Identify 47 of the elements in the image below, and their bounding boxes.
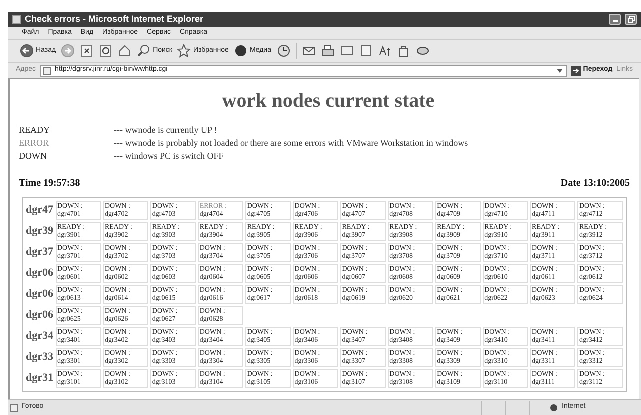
date-label: Date 13:10:2005 — [560, 177, 630, 191]
state-label: ERROR — [19, 138, 50, 149]
envelope-icon — [302, 44, 316, 58]
refresh-icon — [99, 44, 114, 58]
stop-button[interactable] — [80, 44, 94, 58]
dropdown-arrow-icon[interactable] — [556, 66, 564, 74]
page-heading: work nodes current state — [221, 91, 436, 111]
state-label: READY — [19, 125, 51, 136]
home-button[interactable] — [118, 44, 132, 58]
state-description: --- windows PC is switch OFF — [114, 151, 224, 162]
time-label: Time 19:57:38 — [19, 177, 80, 191]
group-label: dgr06 — [26, 308, 54, 323]
star-icon — [177, 44, 192, 58]
bag-icon — [396, 44, 410, 58]
group-label: dgr34 — [26, 329, 54, 344]
clock-icon — [276, 44, 290, 58]
restore-icon — [628, 16, 634, 23]
document-icon — [340, 44, 354, 58]
state-description: --- wwnode is currently UP ! — [114, 125, 218, 136]
group-label: dgr31 — [26, 371, 54, 386]
stop-icon — [80, 44, 94, 58]
group-label: dgr06 — [26, 266, 54, 281]
minimize-button[interactable] — [609, 14, 621, 25]
printer-icon — [320, 44, 334, 58]
page-icon — [12, 15, 21, 24]
state-label: DOWN — [19, 151, 48, 162]
mail-button[interactable] — [302, 44, 316, 58]
print-button[interactable] — [320, 44, 334, 58]
bag-button[interactable] — [396, 44, 410, 58]
group-label: dgr06 — [26, 287, 54, 302]
maximize-button[interactable] — [625, 14, 637, 25]
refresh-button[interactable] — [99, 44, 114, 58]
group-label: dgr33 — [26, 350, 54, 365]
globe-icon — [550, 404, 558, 412]
group-label: dgr39 — [26, 224, 54, 239]
go-arrow-icon — [571, 66, 582, 76]
search-icon — [137, 44, 152, 58]
edit-button[interactable] — [340, 44, 354, 58]
window-title: Check errors - Microsoft Internet Explorer — [25, 15, 204, 24]
state-description: --- wwnode is probably not loaded or there are some errors with VMware Workstation in windows — [114, 138, 468, 149]
history-button[interactable] — [276, 44, 290, 58]
forward-button[interactable] — [61, 44, 76, 58]
page-icon — [43, 66, 52, 74]
minimize-icon — [612, 20, 618, 22]
home-icon — [118, 44, 132, 58]
group-label: dgr37 — [26, 245, 54, 260]
group-label: dgr47 — [26, 203, 54, 218]
